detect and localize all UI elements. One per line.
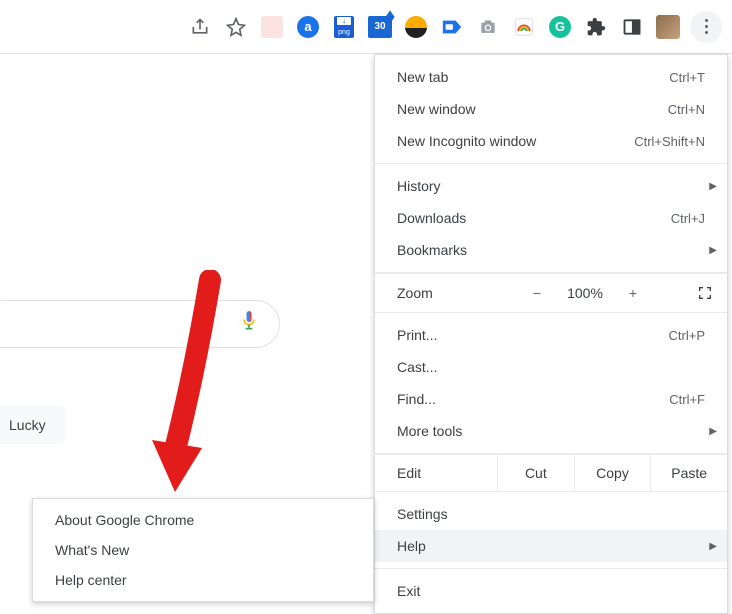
menu-shortcut: Ctrl+J <box>671 211 705 226</box>
menu-label: New Incognito window <box>397 133 536 149</box>
menu-label: Print... <box>397 327 437 343</box>
menu-new-tab[interactable]: New tab Ctrl+T <box>375 61 727 93</box>
extension-grammarly-icon[interactable]: G <box>546 13 574 41</box>
menu-label: Bookmarks <box>397 242 467 258</box>
extension-amazon-icon[interactable]: a <box>294 13 322 41</box>
zoom-in-button[interactable]: + <box>613 285 653 301</box>
menu-label: Help <box>397 538 426 554</box>
feeling-lucky-button[interactable]: Lucky <box>0 406 65 444</box>
submenu-help-center[interactable]: Help center <box>33 565 373 595</box>
menu-label: Help center <box>55 572 127 588</box>
edit-label: Edit <box>397 465 497 481</box>
menu-downloads[interactable]: Downloads Ctrl+J <box>375 202 727 234</box>
chevron-right-icon: ▶ <box>709 245 717 256</box>
menu-label: Downloads <box>397 210 466 226</box>
menu-label: What's New <box>55 542 129 558</box>
menu-label: Settings <box>397 506 448 522</box>
menu-history[interactable]: History ▶ <box>375 170 727 202</box>
menu-shortcut: Ctrl+F <box>669 392 705 407</box>
profile-avatar[interactable] <box>654 13 682 41</box>
extension-face-icon[interactable] <box>402 13 430 41</box>
menu-bookmarks[interactable]: Bookmarks ▶ <box>375 234 727 266</box>
menu-cast[interactable]: Cast... <box>375 351 727 383</box>
share-icon[interactable] <box>186 13 214 41</box>
chevron-right-icon: ▶ <box>709 541 717 552</box>
extension-camera-icon[interactable] <box>474 13 502 41</box>
menu-more-tools[interactable]: More tools ▶ <box>375 415 727 447</box>
menu-new-window[interactable]: New window Ctrl+N <box>375 93 727 125</box>
menu-exit[interactable]: Exit <box>375 575 727 607</box>
chevron-right-icon: ▶ <box>709 426 717 437</box>
menu-shortcut: Ctrl+Shift+N <box>634 134 705 149</box>
browser-toolbar: a png↓ 30 G <box>0 0 732 54</box>
menu-settings[interactable]: Settings <box>375 498 727 530</box>
zoom-out-button[interactable]: − <box>517 285 557 301</box>
star-icon[interactable] <box>222 13 250 41</box>
menu-zoom-row: Zoom − 100% + <box>375 273 727 313</box>
menu-shortcut: Ctrl+P <box>669 328 705 343</box>
menu-shortcut: Ctrl+N <box>668 102 705 117</box>
submenu-whats-new[interactable]: What's New <box>33 535 373 565</box>
voice-search-icon[interactable] <box>239 309 259 340</box>
edit-cut-button[interactable]: Cut <box>497 455 574 491</box>
menu-label: More tools <box>397 423 462 439</box>
extension-rainbow-icon[interactable] <box>510 13 538 41</box>
submenu-about-chrome[interactable]: About Google Chrome <box>33 505 373 535</box>
sidepanel-icon[interactable] <box>618 13 646 41</box>
menu-label: Exit <box>397 583 420 599</box>
extensions-icon[interactable] <box>582 13 610 41</box>
chrome-menu-button[interactable] <box>690 11 722 43</box>
help-submenu: About Google Chrome What's New Help cent… <box>32 498 374 602</box>
menu-edit-row: Edit Cut Copy Paste <box>375 454 727 492</box>
menu-help[interactable]: Help ▶ <box>375 530 727 562</box>
menu-label: History <box>397 178 441 194</box>
zoom-value: 100% <box>557 285 613 301</box>
annotation-arrow <box>140 270 240 500</box>
menu-new-incognito[interactable]: New Incognito window Ctrl+Shift+N <box>375 125 727 157</box>
menu-label: Find... <box>397 391 436 407</box>
extension-calendar-icon[interactable]: 30 <box>366 13 394 41</box>
extension-blank-icon[interactable] <box>258 13 286 41</box>
edit-paste-button[interactable]: Paste <box>650 455 727 491</box>
fullscreen-button[interactable] <box>653 285 727 301</box>
calendar-badge: 30 <box>374 21 385 32</box>
menu-label: New tab <box>397 69 448 85</box>
extension-png-icon[interactable]: png↓ <box>330 13 358 41</box>
menu-label: About Google Chrome <box>55 512 194 528</box>
menu-print[interactable]: Print... Ctrl+P <box>375 319 727 351</box>
edit-copy-button[interactable]: Copy <box>574 455 651 491</box>
menu-label: Cast... <box>397 359 437 375</box>
chrome-main-menu: New tab Ctrl+T New window Ctrl+N New Inc… <box>374 54 728 614</box>
chevron-right-icon: ▶ <box>709 181 717 192</box>
menu-shortcut: Ctrl+T <box>669 70 705 85</box>
menu-label: New window <box>397 101 476 117</box>
menu-find[interactable]: Find... Ctrl+F <box>375 383 727 415</box>
extension-tag-icon[interactable] <box>438 13 466 41</box>
zoom-label: Zoom <box>397 285 517 301</box>
